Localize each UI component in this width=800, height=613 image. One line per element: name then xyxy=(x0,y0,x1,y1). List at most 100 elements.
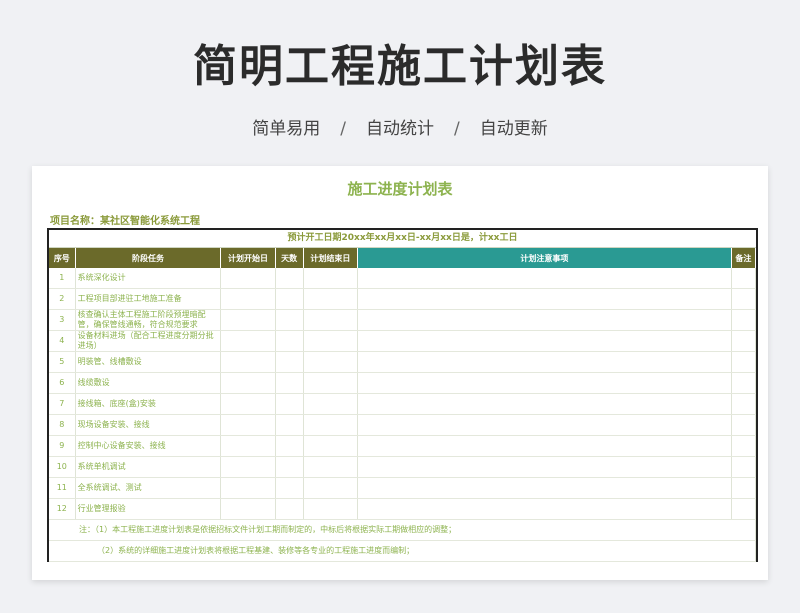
schedule-table-wrap: 预计开工日期20xx年xx月xx日-xx月xx日是，计xx工日 序号 阶段任务 … xyxy=(47,228,758,562)
row-notes-cell[interactable] xyxy=(357,372,732,394)
row-no[interactable]: 1 xyxy=(49,268,76,289)
row-task[interactable]: 核查确认主体工程施工阶段预埋暗配管，确保管线通畅，符合规范要求 xyxy=(75,309,222,331)
table-row: 9 控制中心设备安装、接线 xyxy=(49,435,757,457)
row-start-cell[interactable] xyxy=(220,498,276,520)
row-remark-cell[interactable] xyxy=(731,372,757,394)
row-notes-cell[interactable] xyxy=(357,309,732,331)
row-start-cell[interactable] xyxy=(220,435,276,457)
row-task[interactable]: 线缆敷设 xyxy=(75,372,222,394)
row-start-cell[interactable] xyxy=(220,372,276,394)
subtitle-auto-stat: 自动统计 xyxy=(366,119,434,139)
col-header-days: 天数 xyxy=(275,248,304,268)
row-start-cell[interactable] xyxy=(220,351,276,373)
row-end-cell[interactable] xyxy=(303,456,359,478)
row-days-cell[interactable] xyxy=(275,288,304,310)
row-task[interactable]: 设备材料进场（配合工程进度分期分批进场） xyxy=(75,330,222,352)
row-days-cell[interactable] xyxy=(275,393,304,415)
table-row: 2 工程项目部进驻工地施工准备 xyxy=(49,288,757,310)
subtitle-auto-update: 自动更新 xyxy=(479,119,548,139)
row-task[interactable]: 接线箱、底座(盒)安装 xyxy=(75,393,222,415)
row-task[interactable]: 系统深化设计 xyxy=(75,268,222,289)
table-row: 3 核查确认主体工程施工阶段预埋暗配管，确保管线通畅，符合规范要求 xyxy=(49,309,757,331)
schedule-table: 序号 阶段任务 计划开始日 天数 计划结束日 计划注意事项 备注 1 系统深化设计… xyxy=(49,248,757,562)
row-no[interactable]: 4 xyxy=(49,330,76,352)
row-no[interactable]: 9 xyxy=(49,435,76,457)
row-days-cell[interactable] xyxy=(275,330,304,352)
row-start-cell[interactable] xyxy=(220,309,276,331)
row-remark-cell[interactable] xyxy=(731,351,757,373)
row-days-cell[interactable] xyxy=(275,456,304,478)
row-start-cell[interactable] xyxy=(220,268,276,289)
row-no[interactable]: 3 xyxy=(49,309,76,331)
row-end-cell[interactable] xyxy=(303,351,359,373)
row-no[interactable]: 10 xyxy=(49,456,76,478)
row-notes-cell[interactable] xyxy=(357,351,732,373)
row-start-cell[interactable] xyxy=(220,477,276,499)
table-row: 8 现场设备安装、接线 xyxy=(49,414,757,436)
row-days-cell[interactable] xyxy=(275,414,304,436)
row-task[interactable]: 全系统调试、测试 xyxy=(75,477,222,499)
row-end-cell[interactable] xyxy=(303,309,359,331)
row-remark-cell[interactable] xyxy=(731,498,757,520)
row-no[interactable]: 6 xyxy=(49,372,76,394)
col-header-notes: 计划注意事项 xyxy=(357,248,732,268)
row-notes-cell[interactable] xyxy=(357,330,732,352)
row-notes-cell[interactable] xyxy=(357,498,732,520)
row-no[interactable]: 12 xyxy=(49,498,76,520)
note-text: 注：（1）本工程施工进度计划表是依据招标文件计划工期而制定的，中标后将根据实际工… xyxy=(49,519,756,541)
row-task[interactable]: 系统单机调试 xyxy=(75,456,222,478)
row-remark-cell[interactable] xyxy=(731,288,757,310)
row-no[interactable]: 2 xyxy=(49,288,76,310)
row-end-cell[interactable] xyxy=(303,477,359,499)
row-notes-cell[interactable] xyxy=(357,456,732,478)
row-remark-cell[interactable] xyxy=(731,393,757,415)
row-remark-cell[interactable] xyxy=(731,330,757,352)
row-days-cell[interactable] xyxy=(275,498,304,520)
row-days-cell[interactable] xyxy=(275,372,304,394)
row-remark-cell[interactable] xyxy=(731,435,757,457)
row-days-cell[interactable] xyxy=(275,351,304,373)
row-end-cell[interactable] xyxy=(303,393,359,415)
row-days-cell[interactable] xyxy=(275,309,304,331)
row-end-cell[interactable] xyxy=(303,498,359,520)
row-end-cell[interactable] xyxy=(303,288,359,310)
row-start-cell[interactable] xyxy=(220,393,276,415)
row-days-cell[interactable] xyxy=(275,268,304,289)
row-no[interactable]: 7 xyxy=(49,393,76,415)
row-remark-cell[interactable] xyxy=(731,456,757,478)
row-end-cell[interactable] xyxy=(303,372,359,394)
table-row: 1 系统深化设计 xyxy=(49,268,757,289)
row-remark-cell[interactable] xyxy=(731,268,757,289)
row-days-cell[interactable] xyxy=(275,477,304,499)
row-no[interactable]: 5 xyxy=(49,351,76,373)
row-end-cell[interactable] xyxy=(303,435,359,457)
row-no[interactable]: 8 xyxy=(49,414,76,436)
row-start-cell[interactable] xyxy=(220,456,276,478)
row-task[interactable]: 控制中心设备安装、接线 xyxy=(75,435,222,457)
row-notes-cell[interactable] xyxy=(357,414,732,436)
row-task[interactable]: 现场设备安装、接线 xyxy=(75,414,222,436)
row-end-cell[interactable] xyxy=(303,268,359,289)
row-task[interactable]: 明装管、线槽敷设 xyxy=(75,351,222,373)
row-start-cell[interactable] xyxy=(220,330,276,352)
row-remark-cell[interactable] xyxy=(731,309,757,331)
row-end-cell[interactable] xyxy=(303,414,359,436)
row-task[interactable]: 工程项目部进驻工地施工准备 xyxy=(75,288,222,310)
row-notes-cell[interactable] xyxy=(357,435,732,457)
row-notes-cell[interactable] xyxy=(357,393,732,415)
row-start-cell[interactable] xyxy=(220,288,276,310)
table-row: 12 行业管理报验 xyxy=(49,498,757,520)
row-notes-cell[interactable] xyxy=(357,288,732,310)
row-notes-cell[interactable] xyxy=(357,268,732,289)
row-task[interactable]: 行业管理报验 xyxy=(75,498,222,520)
note-row: 注：（1）本工程施工进度计划表是依据招标文件计划工期而制定的，中标后将根据实际工… xyxy=(49,519,756,541)
row-notes-cell[interactable] xyxy=(357,477,732,499)
row-start-cell[interactable] xyxy=(220,414,276,436)
row-remark-cell[interactable] xyxy=(731,477,757,499)
row-days-cell[interactable] xyxy=(275,435,304,457)
row-remark-cell[interactable] xyxy=(731,414,757,436)
row-end-cell[interactable] xyxy=(303,330,359,352)
table-row: 6 线缆敷设 xyxy=(49,372,757,394)
row-no[interactable]: 11 xyxy=(49,477,76,499)
note-text: （2）系统的详细施工进度计划表将根据工程基建、装修等各专业的工程施工进度而编制； xyxy=(49,540,756,562)
